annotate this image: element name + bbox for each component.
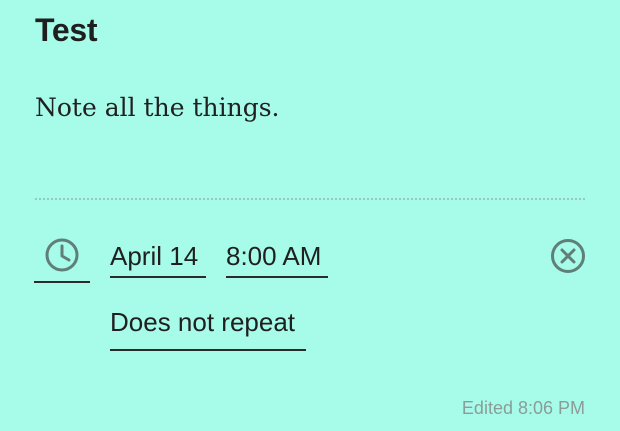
repeat-dropdown[interactable]: Does not repeat bbox=[110, 302, 306, 351]
note-title[interactable]: Test bbox=[35, 10, 98, 50]
clear-circle-icon bbox=[551, 239, 585, 273]
reminder-date-field[interactable]: April 14 bbox=[110, 236, 206, 278]
edited-timestamp: Edited 8:06 PM bbox=[461, 398, 585, 418]
clock-icon bbox=[45, 238, 79, 272]
reminder-time-field[interactable]: 8:00 AM bbox=[226, 236, 328, 278]
clear-reminder-button[interactable] bbox=[549, 237, 587, 275]
note-body[interactable]: Note all the things. bbox=[35, 90, 279, 126]
section-divider bbox=[35, 198, 585, 200]
reminder-icon-button[interactable] bbox=[34, 236, 90, 283]
